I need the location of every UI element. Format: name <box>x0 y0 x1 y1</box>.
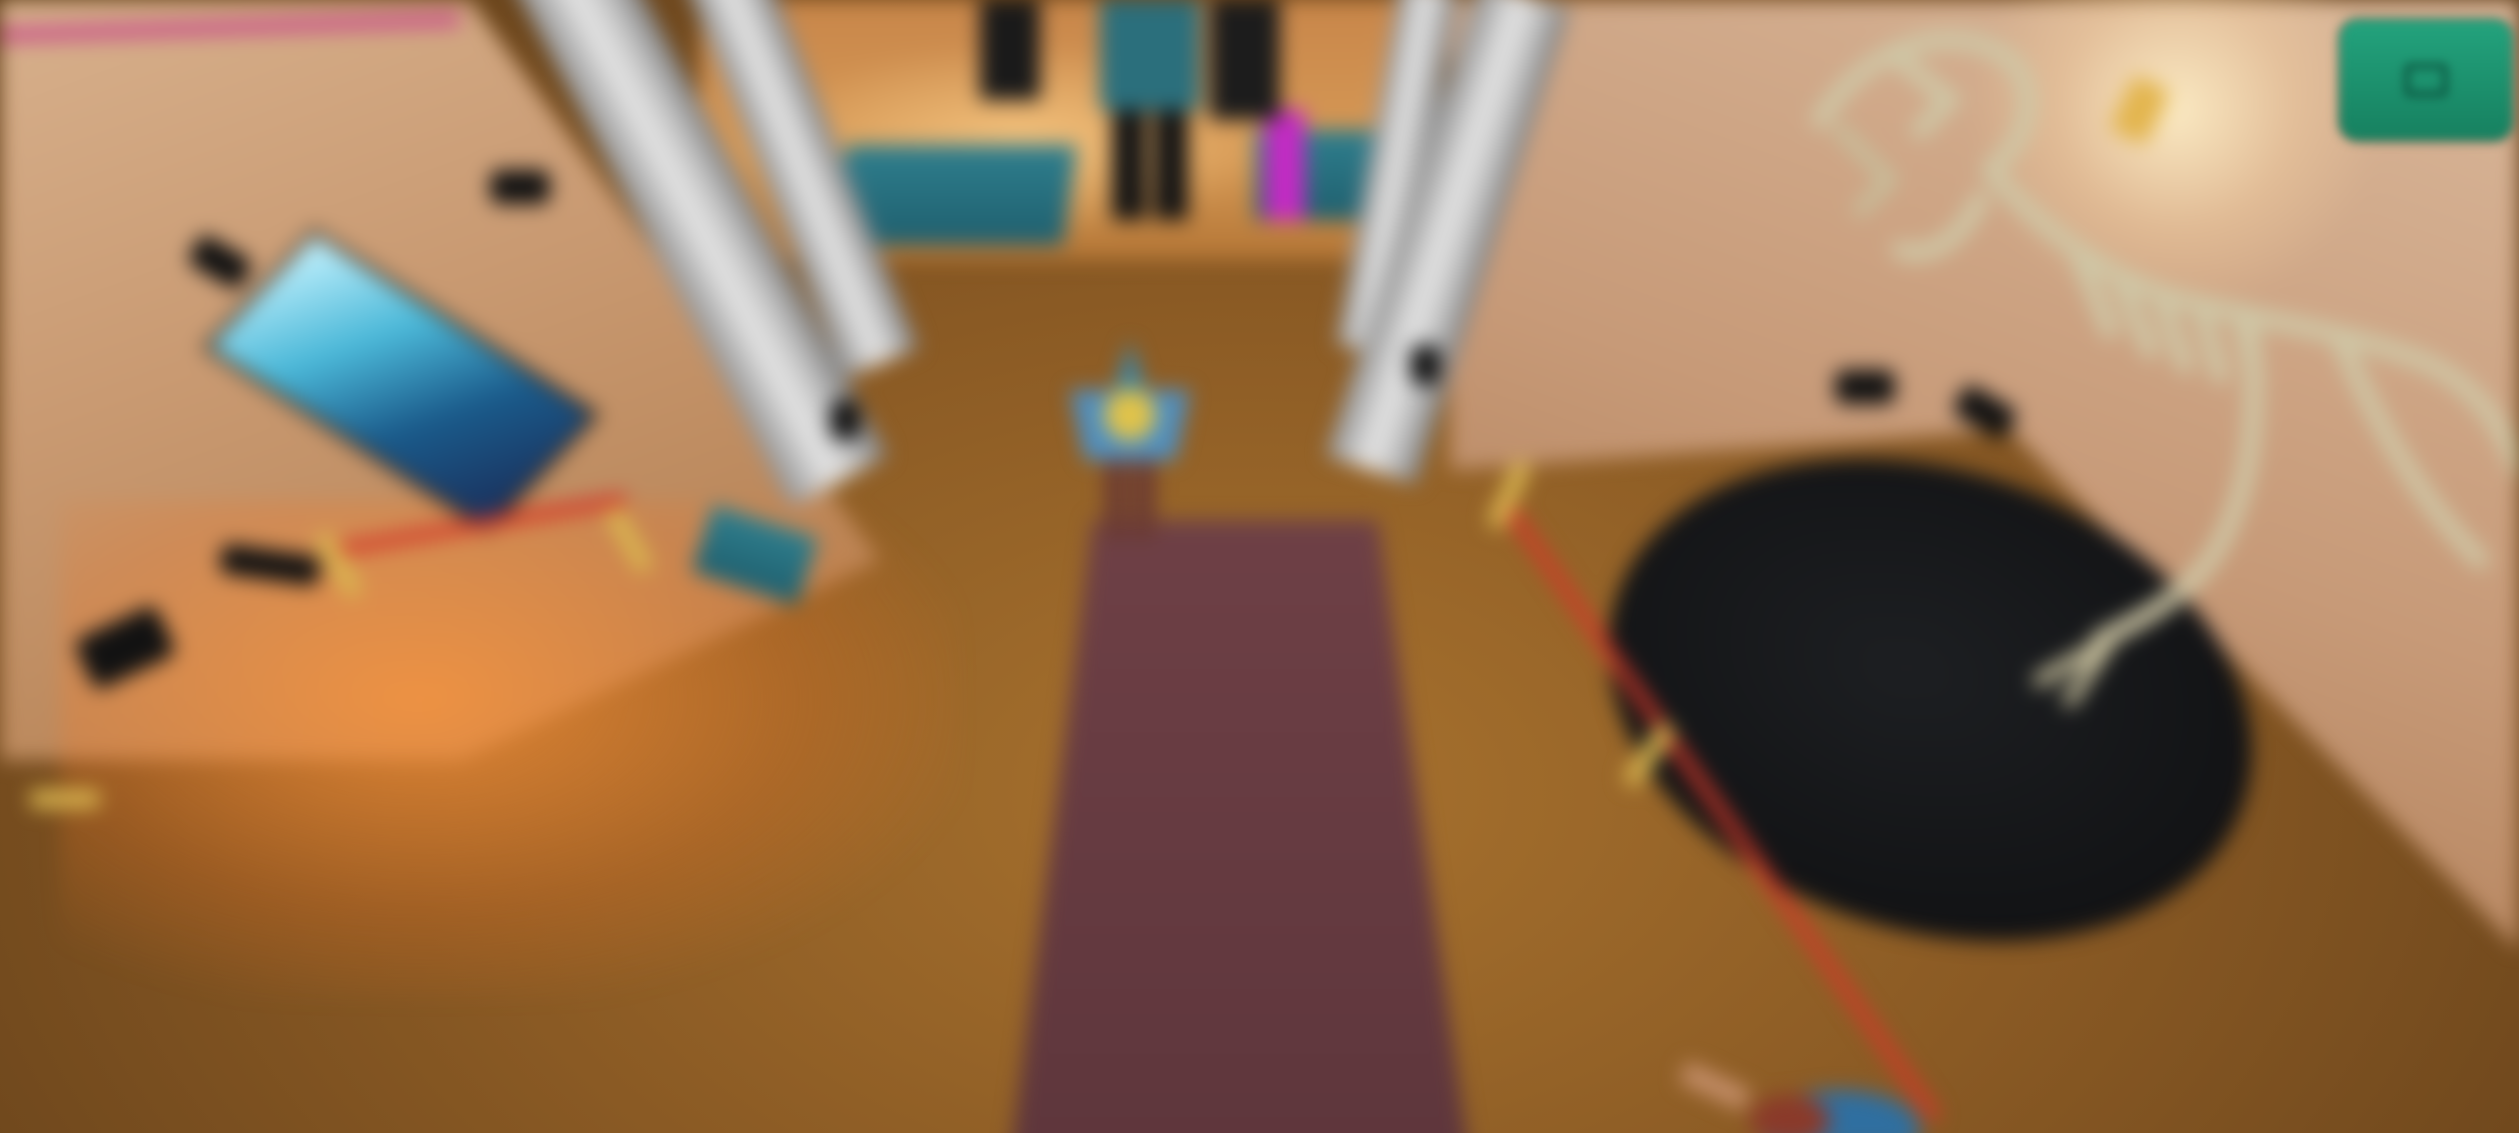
menu-icon <box>2404 63 2448 97</box>
npc-character <box>1100 0 1200 220</box>
player-character <box>1070 340 1190 540</box>
exhibit-panel <box>1265 110 1305 220</box>
npc-character <box>1210 0 1280 120</box>
menu-button[interactable] <box>2340 20 2512 140</box>
carpet-runner <box>1010 520 1470 1133</box>
npc-character <box>1678 1061 1920 1133</box>
floor-light-glow <box>60 500 960 1000</box>
wall-lamp <box>1410 345 1440 385</box>
game-viewport[interactable] <box>0 0 2519 1133</box>
wall-lamp <box>830 400 860 440</box>
wall-lamp <box>490 170 550 204</box>
npc-character <box>980 0 1040 100</box>
rope-post <box>30 790 100 808</box>
scene-3d <box>0 0 2519 1133</box>
